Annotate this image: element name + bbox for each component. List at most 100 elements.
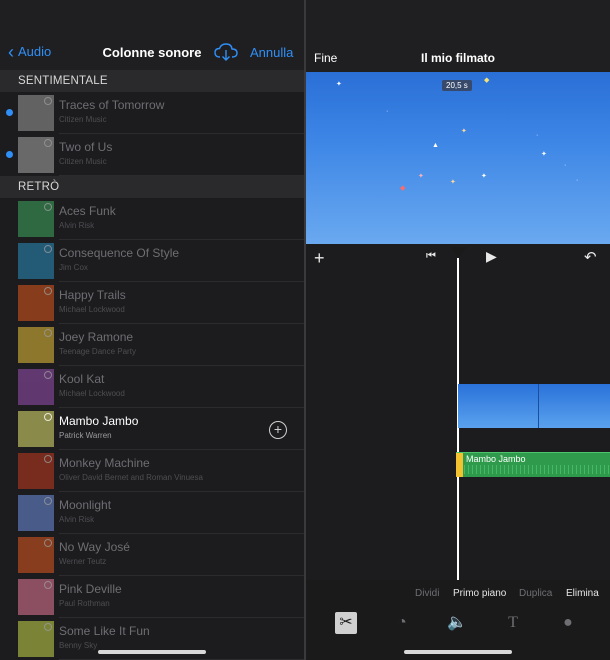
undo-icon[interactable]: ↶ <box>584 248 597 266</box>
kite-shape: · <box>536 132 539 139</box>
cloud-badge-icon <box>44 623 52 631</box>
album-art <box>18 369 54 405</box>
speed-icon[interactable]: ◔ <box>391 612 413 634</box>
video-preview[interactable]: ✦ ◆ · ✦ ▲ · ✦ ✦ ✦ ✦ ◆ · · 20,5 s <box>306 72 610 244</box>
song-title: Mambo Jambo <box>59 414 139 428</box>
song-row[interactable]: Happy Trails Michael Lockwood <box>0 282 304 324</box>
cloud-badge-icon <box>44 139 52 147</box>
kite-shape: · <box>564 162 567 169</box>
album-art <box>18 201 54 237</box>
new-indicator-dot <box>6 151 13 158</box>
add-media-icon[interactable]: + <box>314 248 325 269</box>
album-art <box>18 579 54 615</box>
album-art <box>18 243 54 279</box>
foreground-button[interactable]: Primo piano <box>453 588 506 599</box>
kite-shape: · <box>386 108 389 115</box>
song-row[interactable]: Pink Deville Paul Rothman <box>0 576 304 618</box>
song-artist: Citizen Music <box>59 157 107 166</box>
cloud-badge-icon <box>44 287 52 295</box>
song-row[interactable]: Mambo Jambo Patrick Warren + <box>0 408 304 450</box>
song-row[interactable]: Traces of Tomorrow Citizen Music <box>0 92 304 134</box>
cloud-badge-icon <box>44 97 52 105</box>
song-artist: Alvin Risk <box>59 515 95 524</box>
scissors-icon[interactable]: ✂ <box>335 612 357 634</box>
kite-shape: ✦ <box>541 151 547 158</box>
song-artist: Paul Rothman <box>59 599 110 608</box>
editor-nav-bar: Fine Il mio filmato <box>306 0 610 72</box>
song-row[interactable]: Aces Funk Alvin Risk <box>0 198 304 240</box>
cloud-badge-icon <box>44 413 52 421</box>
clip-duration-label: 20,5 s <box>442 80 472 91</box>
kite-shape: ✦ <box>450 179 456 186</box>
song-artist: Michael Lockwood <box>59 389 125 398</box>
video-clip[interactable] <box>458 384 610 428</box>
cloud-badge-icon <box>44 245 52 253</box>
song-row[interactable]: No Way José Werner Teutz <box>0 534 304 576</box>
movie-editor-panel: Fine Il mio filmato ✦ ◆ · ✦ ▲ · ✦ ✦ ✦ ✦ … <box>306 0 610 660</box>
cloud-badge-icon <box>44 497 52 505</box>
song-title: Happy Trails <box>59 288 126 302</box>
cloud-download-icon[interactable] <box>214 43 238 61</box>
song-row[interactable]: Joey Ramone Teenage Dance Party <box>0 324 304 366</box>
song-row[interactable]: Two of Us Citizen Music <box>0 134 304 176</box>
song-artist: Teenage Dance Party <box>59 347 136 356</box>
song-title: Two of Us <box>59 140 113 154</box>
song-title: No Way José <box>59 540 130 554</box>
cloud-badge-icon <box>44 371 52 379</box>
cloud-badge-icon <box>44 329 52 337</box>
audio-waveform <box>464 465 610 474</box>
movie-title: Il mio filmato <box>420 51 495 65</box>
playhead-marker[interactable] <box>451 247 467 257</box>
song-row[interactable]: Kool Kat Michael Lockwood <box>0 366 304 408</box>
song-artist: Oliver David Bernet and Roman Vinuesa <box>59 473 203 482</box>
song-artist: Benny Sky <box>59 641 98 650</box>
song-title: Pink Deville <box>59 582 122 596</box>
delete-button[interactable]: Elimina <box>566 588 599 599</box>
song-title: Moonlight <box>59 498 112 512</box>
play-icon[interactable]: ▶ <box>486 248 497 265</box>
section-header: SENTIMENTALE <box>0 70 304 92</box>
volume-icon[interactable]: 🔈 <box>446 612 468 634</box>
title-icon[interactable]: T <box>502 612 524 634</box>
album-art <box>18 285 54 321</box>
duplicate-button[interactable]: Duplica <box>519 588 552 599</box>
cloud-badge-icon <box>44 539 52 547</box>
album-art <box>18 95 54 131</box>
cancel-button[interactable]: Annulla <box>250 45 293 60</box>
add-song-button[interactable]: + <box>269 421 287 439</box>
clip-trim-handle[interactable] <box>456 453 463 477</box>
kite-shape: ◆ <box>400 185 406 192</box>
cloud-badge-icon <box>44 203 52 211</box>
song-title: Some Like It Fun <box>59 624 150 638</box>
audio-clip[interactable]: Mambo Jambo <box>456 452 610 477</box>
album-art <box>18 411 54 447</box>
song-title: Joey Ramone <box>59 330 134 344</box>
clip-frame-divider <box>538 384 539 428</box>
song-artist: Michael Lockwood <box>59 305 125 314</box>
song-row[interactable]: Moonlight Alvin Risk <box>0 492 304 534</box>
album-art <box>18 327 54 363</box>
skip-to-start-icon[interactable]: ⏮ <box>426 250 436 263</box>
kite-shape: · <box>576 177 579 184</box>
song-artist: Citizen Music <box>59 115 107 124</box>
album-art <box>18 621 54 657</box>
kite-shape: ✦ <box>461 128 467 135</box>
song-row[interactable]: Monkey Machine Oliver David Bernet and Ro… <box>0 450 304 492</box>
filter-icon[interactable]: ● <box>557 612 579 634</box>
home-indicator <box>98 650 206 654</box>
edit-tools-bar: Dividi Primo piano Duplica Elimina ✂ ◔ 🔈… <box>306 580 610 660</box>
album-art <box>18 495 54 531</box>
home-indicator <box>404 650 512 654</box>
song-row[interactable]: Consequence Of Style Jim Cox <box>0 240 304 282</box>
song-title: Kool Kat <box>59 372 105 386</box>
new-indicator-dot <box>6 109 13 116</box>
album-art <box>18 137 54 173</box>
soundtrack-nav-bar: ‹ Audio Colonne sonore Annulla <box>0 0 304 70</box>
kite-shape: ✦ <box>481 173 487 180</box>
song-artist: Jim Cox <box>59 263 88 272</box>
song-title: Aces Funk <box>59 204 116 218</box>
song-title: Consequence Of Style <box>59 246 180 260</box>
split-button[interactable]: Dividi <box>415 588 439 599</box>
kite-shape: ▲ <box>432 142 439 149</box>
kite-shape: ✦ <box>336 81 342 88</box>
